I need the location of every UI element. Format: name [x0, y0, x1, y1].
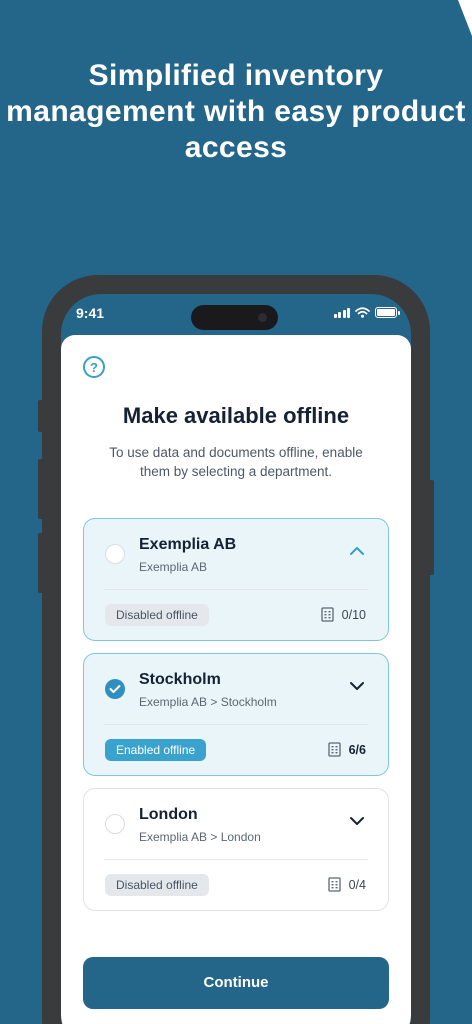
offline-status-badge: Disabled offline: [105, 874, 209, 896]
status-bar: 9:41: [61, 294, 411, 334]
department-path: Exemplia AB > London: [139, 830, 261, 844]
card-divider: [104, 589, 368, 590]
battery-icon: [375, 307, 400, 318]
department-path: Exemplia AB > Stockholm: [139, 695, 277, 709]
card-divider: [104, 859, 368, 860]
building-icon: [327, 742, 341, 757]
checkmark-icon: [109, 685, 121, 693]
sheet-title: Make available offline: [122, 403, 350, 428]
offline-status-badge: Disabled offline: [105, 604, 209, 626]
document-count-value: 0/10: [341, 607, 366, 622]
offline-sheet: ? Make available offline To use data and…: [61, 335, 411, 1024]
document-count: 0/10: [321, 607, 366, 622]
status-icons: [333, 307, 400, 318]
chevron-down-icon[interactable]: [348, 680, 366, 692]
continue-button[interactable]: Continue: [83, 957, 389, 1009]
document-count-value: 6/6: [348, 742, 366, 757]
department-radio[interactable]: [105, 814, 125, 834]
signal-icon: [333, 308, 350, 318]
offline-status-badge: Enabled offline: [105, 739, 207, 761]
side-button: [38, 533, 44, 593]
chevron-down-icon[interactable]: [348, 815, 366, 827]
status-time: 9:41: [76, 305, 105, 321]
department-card[interactable]: Stockholm Exemplia AB > Stockholm Enable…: [83, 653, 389, 776]
document-count: 0/4: [327, 877, 366, 892]
chevron-up-icon[interactable]: [348, 545, 366, 557]
department-name: Stockholm: [139, 671, 221, 688]
side-button: [428, 480, 434, 575]
document-count: 6/6: [327, 742, 366, 757]
side-button: [38, 400, 44, 432]
dynamic-island: [191, 305, 278, 330]
side-button: [38, 459, 44, 519]
sheet-subtitle: To use data and documents offline, enabl…: [109, 445, 363, 479]
help-icon[interactable]: ?: [83, 356, 105, 378]
department-name: London: [139, 806, 198, 823]
document-count-value: 0/4: [348, 877, 366, 892]
department-card[interactable]: Exemplia AB Exemplia AB Disabled offline…: [83, 518, 389, 641]
department-radio[interactable]: [105, 679, 125, 699]
building-icon: [327, 877, 341, 892]
department-name: Exemplia AB: [139, 536, 237, 553]
corner-accent: [458, 0, 472, 36]
building-icon: [321, 607, 334, 622]
department-radio[interactable]: [105, 544, 125, 564]
headline: Simplified inventory management with eas…: [6, 59, 466, 164]
department-path: Exemplia AB: [139, 560, 208, 574]
phone-screen: 9:41 ? Make available offline To use dat…: [61, 294, 411, 1024]
department-card[interactable]: London Exemplia AB > London Disabled off…: [83, 788, 389, 911]
wifi-icon: [355, 307, 370, 318]
card-divider: [104, 724, 368, 725]
phone-frame: 9:41 ? Make available offline To use dat…: [38, 275, 434, 1024]
